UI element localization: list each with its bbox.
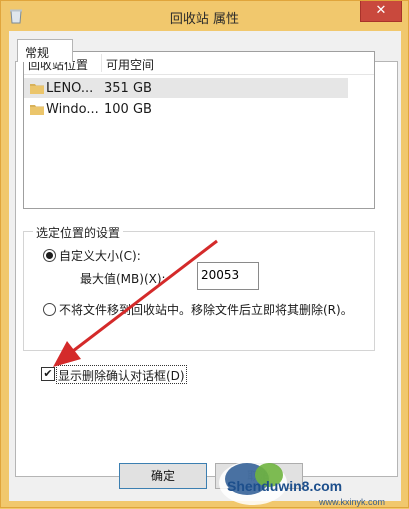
location-name: Windo... bbox=[46, 102, 99, 117]
free-space: 351 GB bbox=[104, 81, 152, 96]
column-header-free-space[interactable]: 可用空间 bbox=[106, 56, 154, 73]
tab-label: 常规 bbox=[25, 46, 50, 60]
no-recycle-label[interactable]: 不将文件移到回收站中。移除文件后立即将其删除(R)。 bbox=[59, 301, 353, 318]
column-divider[interactable] bbox=[101, 54, 102, 72]
location-name: LENO... bbox=[46, 81, 94, 96]
properties-window: 回收站 属性 ✕ 常规 回收站位置 可用空间 LENO... 351 GB Wi… bbox=[0, 0, 409, 508]
confirm-delete-label[interactable]: 显示删除确认对话框(D) bbox=[58, 367, 185, 384]
watermark-url: www.kxinyk.com bbox=[318, 497, 385, 507]
list-item[interactable]: Windo... 100 GB bbox=[24, 99, 348, 119]
free-space: 100 GB bbox=[104, 102, 152, 117]
list-item[interactable]: LENO... 351 GB bbox=[24, 78, 348, 98]
tab-general[interactable]: 常规 bbox=[17, 39, 73, 62]
close-icon: ✕ bbox=[375, 3, 387, 18]
folder-icon bbox=[30, 84, 44, 94]
location-list[interactable]: 回收站位置 可用空间 LENO... 351 GB Windo... 100 G… bbox=[23, 51, 375, 209]
watermark-text: Shenduwin8.com bbox=[227, 478, 342, 494]
list-header: 回收站位置 可用空间 bbox=[24, 52, 374, 75]
close-button[interactable]: ✕ bbox=[360, 1, 402, 22]
confirm-delete-checkbox[interactable]: ✔ bbox=[41, 367, 55, 381]
custom-size-radio[interactable] bbox=[43, 249, 56, 262]
title-bar[interactable]: 回收站 属性 ✕ bbox=[1, 1, 408, 31]
ok-button[interactable]: 确定 bbox=[119, 463, 207, 489]
folder-icon bbox=[30, 105, 44, 115]
no-recycle-radio[interactable] bbox=[43, 303, 56, 316]
radio-selected-dot bbox=[46, 252, 53, 259]
site-watermark: Shenduwin8.com www.kxinyk.com bbox=[219, 461, 385, 507]
custom-size-label[interactable]: 自定义大小(C): bbox=[59, 247, 141, 264]
settings-group-title: 选定位置的设置 bbox=[33, 224, 124, 241]
max-size-label: 最大值(MB)(X): bbox=[80, 272, 166, 286]
checkmark-icon: ✔ bbox=[43, 367, 53, 380]
window-title: 回收站 属性 bbox=[169, 12, 240, 27]
max-size-field[interactable] bbox=[197, 262, 259, 290]
max-size-input[interactable] bbox=[201, 264, 255, 286]
